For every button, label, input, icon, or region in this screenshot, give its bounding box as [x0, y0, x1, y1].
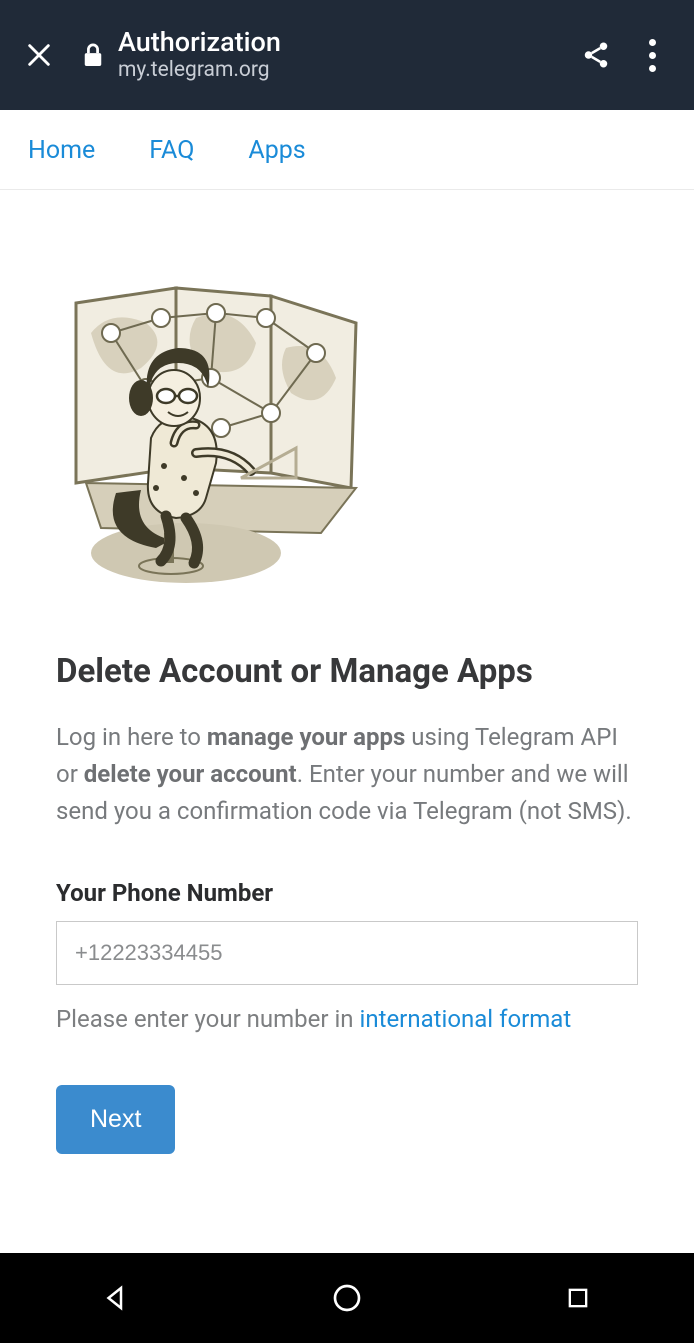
recent-apps-icon[interactable]: [556, 1276, 600, 1320]
main-content: Delete Account or Manage Apps Log in her…: [0, 190, 694, 1154]
hint-text: Please enter your number in: [56, 1005, 360, 1033]
desc-bold-manage: manage your apps: [207, 723, 405, 751]
phone-label: Your Phone Number: [56, 879, 638, 907]
next-button[interactable]: Next: [56, 1085, 175, 1154]
share-icon[interactable]: [568, 27, 624, 83]
nav-apps[interactable]: Apps: [248, 136, 305, 165]
woman-map-illustration: [56, 278, 376, 588]
browser-bar: Authorization my.telegram.org: [0, 0, 694, 110]
page-title: Authorization: [118, 27, 281, 58]
phone-input[interactable]: [56, 921, 638, 985]
international-format-link[interactable]: international format: [360, 1005, 572, 1033]
home-icon[interactable]: [325, 1276, 369, 1320]
phone-hint: Please enter your number in internationa…: [56, 1001, 638, 1037]
page-title-block: Authorization my.telegram.org: [118, 27, 281, 82]
nav-home[interactable]: Home: [28, 136, 95, 165]
system-nav-bar: [0, 1253, 694, 1343]
page-description: Log in here to manage your apps using Te…: [56, 719, 638, 831]
close-icon[interactable]: [14, 30, 64, 80]
back-icon[interactable]: [94, 1276, 138, 1320]
more-icon[interactable]: [624, 27, 680, 83]
page-url: my.telegram.org: [118, 58, 281, 82]
nav-faq[interactable]: FAQ: [149, 136, 194, 165]
desc-text: Log in here to: [56, 723, 207, 751]
lock-icon: [82, 42, 104, 68]
page-heading: Delete Account or Manage Apps: [56, 652, 638, 691]
desc-bold-delete: delete your account: [84, 760, 297, 788]
site-nav: Home FAQ Apps: [0, 110, 694, 190]
